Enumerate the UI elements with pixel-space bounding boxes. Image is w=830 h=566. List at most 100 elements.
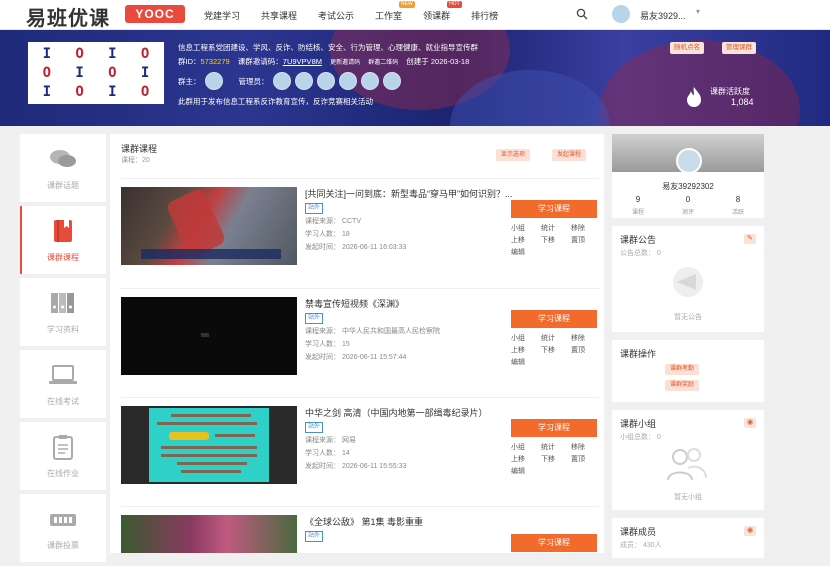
op-move-up[interactable]: 上移 <box>511 345 541 355</box>
study-course-button[interactable]: 学习课程 <box>511 534 597 552</box>
stat-value: 8 <box>735 195 741 204</box>
course-learners: 学习人数： 15 <box>305 341 350 348</box>
publish-course-button[interactable]: 发起课程 <box>552 149 587 161</box>
op-pin[interactable]: 置顶 <box>571 235 601 245</box>
attendance-button[interactable]: 课群考勤 <box>665 364 700 375</box>
course-ops: 小组 统计 移除 上移 下移 置顶 编辑 <box>511 223 601 257</box>
owner-admin-row: 群主： 管理员： <box>178 72 401 90</box>
course-title[interactable]: 禁毒宣传短视频《深渊》 <box>305 297 585 310</box>
op-edit[interactable]: 编辑 <box>511 357 541 367</box>
op-group[interactable]: 小组 <box>511 333 541 343</box>
profile-name[interactable]: 易友39292302 <box>612 181 764 192</box>
show-options-button[interactable]: 显示选项 <box>496 149 531 161</box>
owner-avatar[interactable] <box>204 72 223 90</box>
op-pin[interactable]: 置顶 <box>571 345 601 355</box>
hot-badge: HOT <box>447 1 462 8</box>
admin-avatar[interactable] <box>338 72 357 90</box>
study-course-button[interactable]: 学习课程 <box>511 310 597 328</box>
admin-avatar[interactable] <box>382 72 401 90</box>
search-icon[interactable] <box>576 8 588 22</box>
stat-label: 课程 <box>631 210 644 216</box>
sidebar-item-homework[interactable]: 在线作业 <box>20 422 106 490</box>
nav-item-studio[interactable]: 工作室 NEW <box>375 1 415 22</box>
course-count-value: 20 <box>142 157 150 164</box>
group-logo: IOIO OIOI IOIO <box>28 42 164 104</box>
user-avatar[interactable] <box>612 5 630 23</box>
bottle-illustration <box>141 189 281 259</box>
op-edit[interactable]: 编辑 <box>511 466 541 476</box>
op-group[interactable]: 小组 <box>511 223 541 233</box>
course-title[interactable]: 《全球公敌》 第1集 毒影重重 <box>305 515 585 528</box>
chevron-down-icon[interactable]: ▾ <box>696 7 700 16</box>
change-invite-link[interactable]: 更新邀请码 <box>330 60 360 66</box>
course-thumbnail[interactable] <box>121 406 297 484</box>
op-move-down[interactable]: 下移 <box>541 235 571 245</box>
group-banner: IOIO OIOI IOIO 信息工程系党团建设、学风、反诈、防结核、安全、行为… <box>0 30 830 126</box>
course-thumbnail[interactable] <box>121 187 297 265</box>
sidebar-item-online-exam[interactable]: 在线考试 <box>20 350 106 418</box>
course-item: 《全球公敌》 第1集 毒影重重 站外 学习课程 <box>121 506 599 553</box>
course-thumbnail[interactable] <box>121 515 297 553</box>
op-edit[interactable]: 编辑 <box>511 247 541 257</box>
op-move-up[interactable]: 上移 <box>511 235 541 245</box>
op-remove[interactable]: 移除 <box>571 223 601 233</box>
manage-group-button[interactable]: 管理课群 <box>722 42 756 54</box>
edit-icon[interactable]: ✎ <box>744 234 756 244</box>
nav-item-course-group[interactable]: 领课群 HOT <box>423 1 462 22</box>
nav-item-exam-notice[interactable]: 考试公示 <box>318 9 354 22</box>
course-count-label: 课程： <box>121 157 142 164</box>
view-icon[interactable]: ◉ <box>744 418 756 428</box>
qr-code-link[interactable]: 群邀二维码 <box>368 60 398 66</box>
op-move-down[interactable]: 下移 <box>541 345 571 355</box>
group-ops-card: 课群操作 课群考勤 课群奖励 <box>612 340 764 402</box>
course-item: 禁毒宣传短视频《深渊》 站外 课程来源： 中华人民共和国最高人民检察院 学习人数… <box>121 288 599 384</box>
empty-notice-icon <box>668 266 708 300</box>
view-icon[interactable]: ◉ <box>744 526 756 536</box>
binders-icon <box>48 290 78 316</box>
invite-code[interactable]: 7U9VPV8M <box>283 57 322 66</box>
course-title[interactable]: 中华之剑 高清（中国内地第一部缉毒纪录片） <box>305 406 585 419</box>
sidebar-item-materials[interactable]: 学习资料 <box>20 278 106 346</box>
op-remove[interactable]: 移除 <box>571 333 601 343</box>
external-tag: 站外 <box>305 313 324 324</box>
op-move-down[interactable]: 下移 <box>541 454 571 464</box>
sidebar-item-topics[interactable]: 课群话题 <box>20 134 106 202</box>
op-remove[interactable]: 移除 <box>571 442 601 452</box>
op-move-up[interactable]: 上移 <box>511 454 541 464</box>
course-learners: 学习人数： 18 <box>305 231 350 238</box>
profile-card: 易友39292302 9 课程 0 测评 8 活跃 <box>612 134 764 218</box>
random-rollcall-button[interactable]: 随机点名 <box>670 42 704 54</box>
username[interactable]: 易友3929... <box>640 9 686 22</box>
documentary-frame <box>149 408 269 482</box>
study-course-button[interactable]: 学习课程 <box>511 419 597 437</box>
course-title[interactable]: [共同关注]一问到底：新型毒品“穿马甲”如何识别？... <box>305 187 585 200</box>
admin-avatar[interactable] <box>360 72 379 90</box>
op-group[interactable]: 小组 <box>511 442 541 452</box>
op-stats[interactable]: 统计 <box>541 223 571 233</box>
course-date: 发起时间： 2026-06-11 16:03:33 <box>305 244 407 251</box>
book-icon <box>48 218 78 244</box>
course-thumbnail[interactable] <box>121 297 297 375</box>
op-stats[interactable]: 统计 <box>541 442 571 452</box>
admin-avatar[interactable] <box>294 72 313 90</box>
admin-avatar[interactable] <box>272 72 291 90</box>
site-logo-badge[interactable]: YOOC <box>125 5 185 23</box>
nav-item-party-study[interactable]: 党建学习 <box>204 9 240 22</box>
laptop-icon <box>48 362 78 388</box>
members-count: 成员： 430人 <box>620 542 662 549</box>
op-pin[interactable]: 置顶 <box>571 454 601 464</box>
profile-avatar[interactable] <box>676 148 702 174</box>
nav-item-ranking[interactable]: 排行榜 <box>471 9 498 22</box>
reward-button[interactable]: 课群奖励 <box>665 380 700 391</box>
sidebar-item-vote[interactable]: 课群投票 <box>20 494 106 562</box>
empty-subgroup-text: 暂无小组 <box>674 494 702 501</box>
sidebar-item-courses[interactable]: 课群课程 <box>20 206 106 274</box>
op-stats[interactable]: 统计 <box>541 333 571 343</box>
site-logo[interactable]: 易班优课 <box>26 2 110 31</box>
members-title: 课群成员 <box>620 527 657 537</box>
nav-item-shared-courses[interactable]: 共享课程 <box>261 9 297 22</box>
admin-avatar[interactable] <box>316 72 335 90</box>
course-learners: 学习人数： 14 <box>305 450 350 457</box>
study-course-button[interactable]: 学习课程 <box>511 200 597 218</box>
sidebar-item-label: 学习资料 <box>47 325 79 334</box>
